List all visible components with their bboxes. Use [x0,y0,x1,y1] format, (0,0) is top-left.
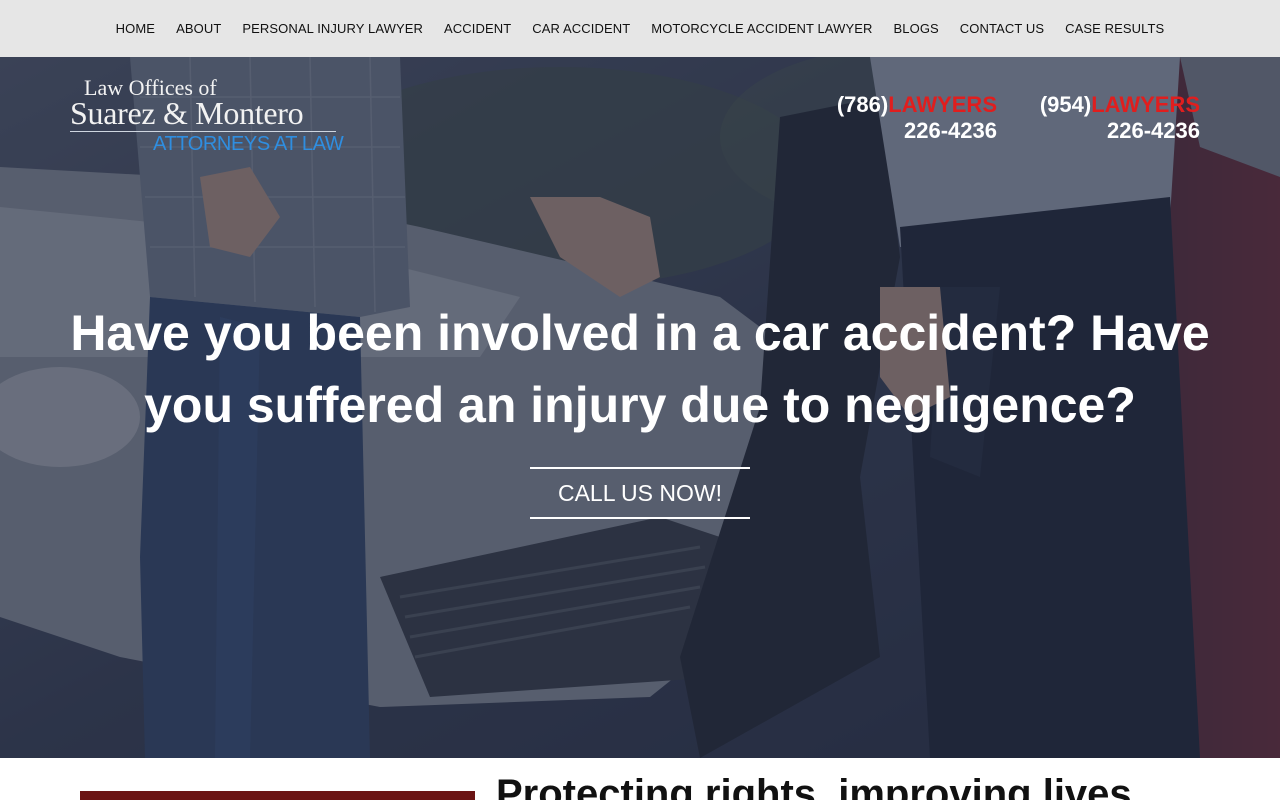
logo-line-2: Suarez & Montero [70,95,304,131]
phone-786-number: 226-4236 [904,118,997,143]
phone-786-line-1: (786)LAWYERS [837,92,997,118]
nav-about[interactable]: ABOUT [166,21,232,36]
hero-section: Law Offices of Suarez & Montero ATTORNEY… [0,57,1280,758]
phone-954[interactable]: (954)LAWYERS 226-4236 [1040,92,1200,144]
call-us-now-button[interactable]: CALL US NOW! [530,467,750,519]
phone-786[interactable]: (786)LAWYERS 226-4236 [837,92,997,144]
nav-personal-injury-lawyer[interactable]: PERSONAL INJURY LAWYER [232,21,434,36]
nav-home[interactable]: HOME [105,21,165,36]
nav-car-accident[interactable]: CAR ACCIDENT [522,21,641,36]
hero-headline: Have you been involved in a car accident… [70,305,1210,433]
phone-786-word: LAWYERS [888,92,997,117]
intro-heading: Protecting rights, improving lives [496,772,1132,800]
intro-image-bar [80,791,475,800]
phone-786-area: (786) [836,92,889,117]
nav-contact-us[interactable]: CONTACT US [949,21,1054,36]
nav-blogs[interactable]: BLOGS [883,21,949,36]
logo-line-3: ATTORNEYS AT LAW [153,133,344,155]
nav-motorcycle-accident-lawyer[interactable]: MOTORCYCLE ACCIDENT LAWYER [641,21,883,36]
intro-section: Protecting rights, improving lives [0,758,1280,800]
main-nav: HOME ABOUT PERSONAL INJURY LAWYER ACCIDE… [0,0,1280,57]
nav-accident[interactable]: ACCIDENT [434,21,522,36]
nav-case-results[interactable]: CASE RESULTS [1055,21,1175,36]
logo-divider [70,131,336,132]
phone-954-word: LAWYERS [1091,92,1200,117]
site-logo[interactable]: Law Offices of Suarez & Montero ATTORNEY… [70,75,350,165]
phone-954-line-1: (954)LAWYERS [1040,92,1200,118]
phone-954-number: 226-4236 [1107,118,1200,143]
phone-954-area: (954) [1039,92,1092,117]
